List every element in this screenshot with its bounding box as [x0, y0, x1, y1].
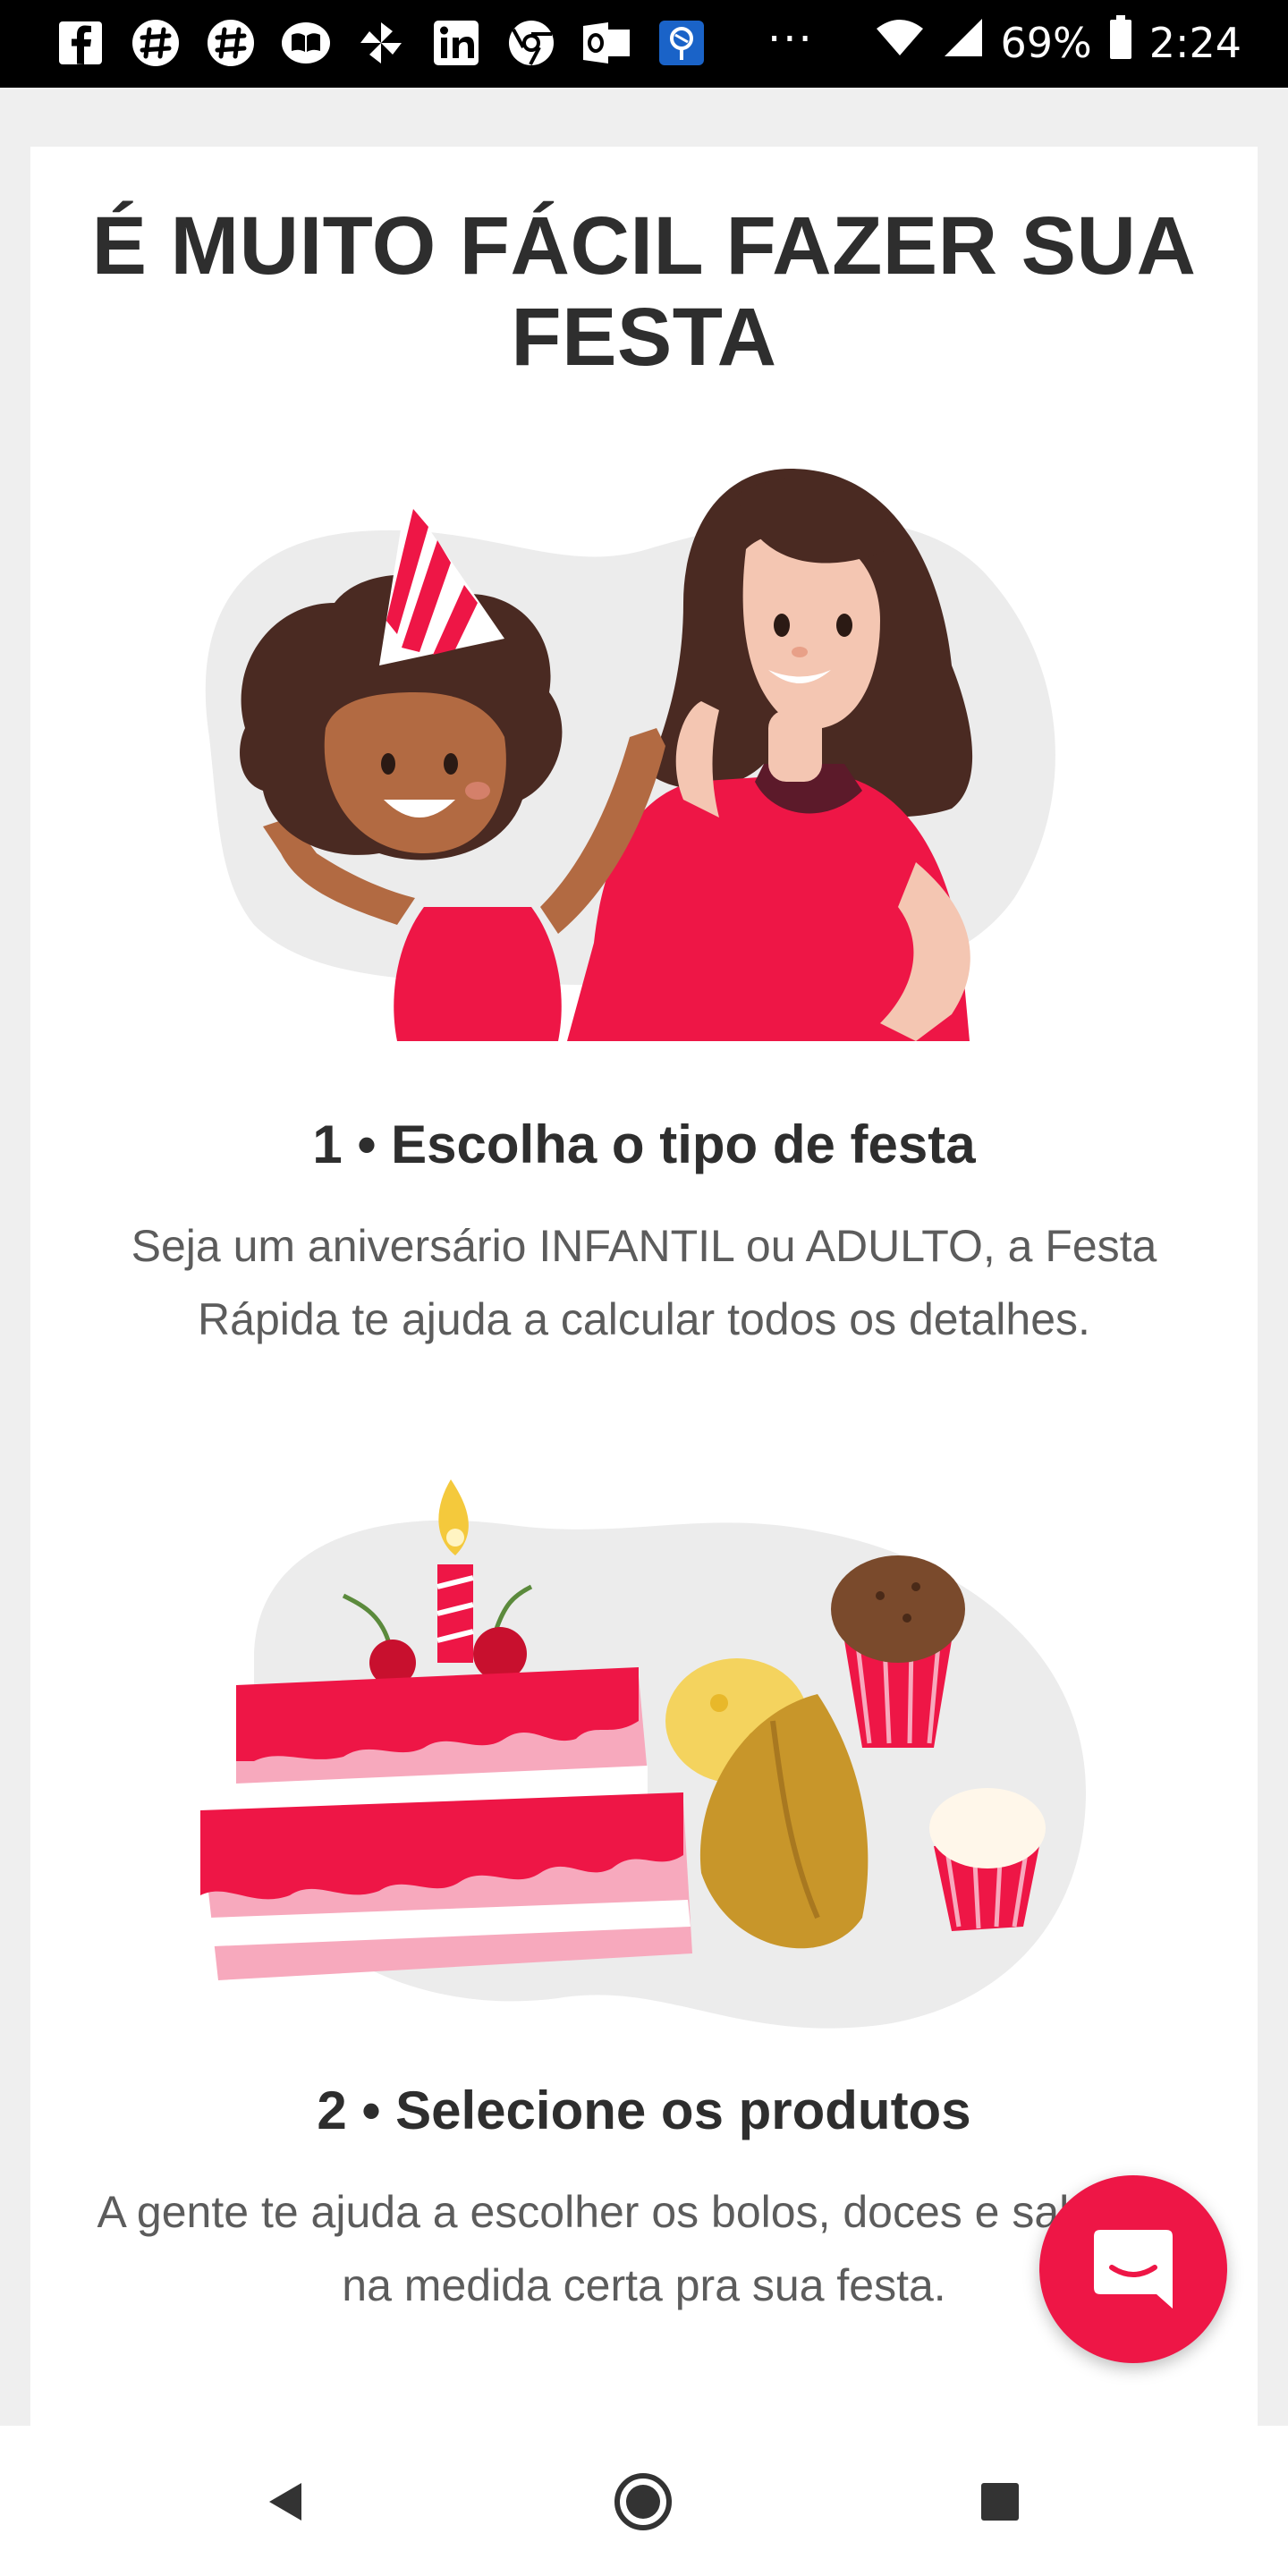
chrome-icon	[503, 16, 560, 70]
clock: 2:24	[1148, 19, 1241, 67]
more-notifications: ···	[767, 14, 814, 64]
books-icon	[277, 16, 335, 70]
back-button[interactable]	[255, 2470, 318, 2533]
chat-button[interactable]	[1039, 2175, 1227, 2363]
facebook-icon	[52, 16, 109, 70]
wifi-icon	[875, 18, 925, 68]
recents-icon	[981, 2483, 1019, 2521]
page-title: É MUITO FÁCIL FAZER SUA FESTA	[91, 200, 1197, 383]
chat-icon	[1094, 2230, 1173, 2309]
linkedin-icon	[428, 16, 485, 70]
slack-icon	[127, 16, 184, 70]
content-card: É MUITO FÁCIL FAZER SUA FESTA 1 • Escolh…	[30, 147, 1258, 2436]
home-icon	[614, 2473, 672, 2530]
back-icon	[269, 2483, 301, 2521]
status-bar: ··· 69% 2:24	[0, 0, 1288, 88]
battery-percent: 69%	[1000, 19, 1092, 67]
recents-button[interactable]	[969, 2470, 1031, 2533]
slack-icon	[202, 16, 259, 70]
step-1-description: Seja um aniversário INFANTIL ou ADULTO, …	[131, 1221, 1157, 1344]
signal-icon	[941, 17, 984, 69]
party-people-illustration	[205, 469, 1055, 1041]
step-1-title: 1 • Escolha o tipo de festa	[312, 1114, 976, 1174]
outlook-icon	[578, 16, 635, 70]
cake-and-snacks-illustration	[200, 1479, 1086, 2029]
system-status: 69% 2:24	[875, 15, 1241, 71]
step-2-description: A gente te ajuda a escolher os bolos, do…	[97, 2187, 1191, 2310]
notification-icons	[52, 16, 710, 70]
location-app-icon	[653, 16, 710, 70]
navigation-bar	[0, 2426, 1288, 2576]
step-2-title: 2 • Selecione os produtos	[317, 2080, 971, 2140]
home-button[interactable]	[612, 2470, 674, 2533]
battery-icon	[1108, 15, 1133, 71]
pinwheel-icon	[352, 16, 410, 70]
